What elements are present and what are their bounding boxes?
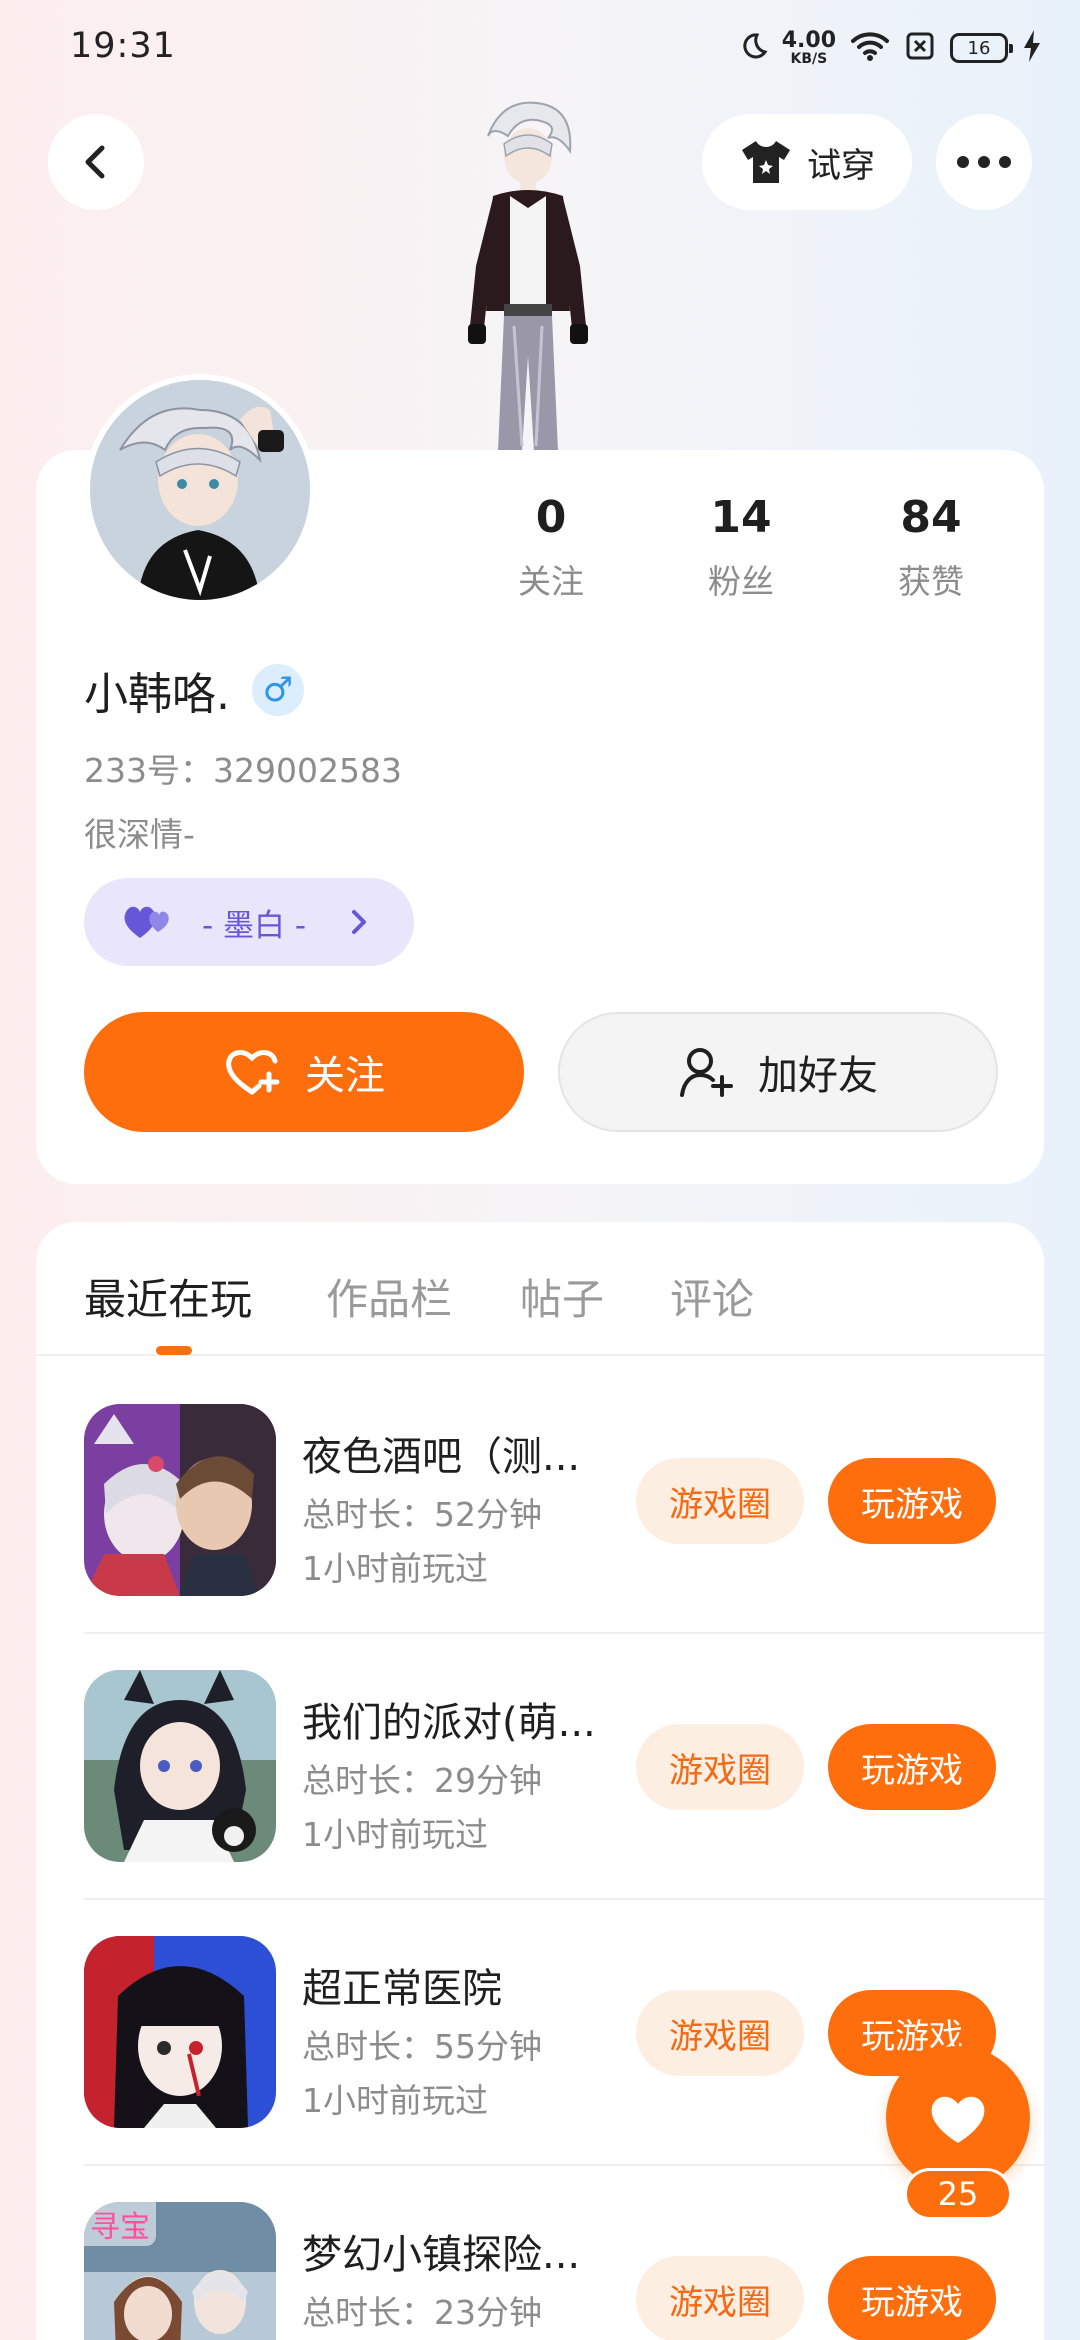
add-friend-button[interactable]: 加好友 [558, 1012, 998, 1132]
game-duration: 总时长：52分钟 [302, 1495, 542, 1534]
list-item[interactable]: 夜色酒吧（测... 总时长：52分钟 1小时前玩过 游戏圈 玩游戏 [84, 1404, 996, 1596]
tab-works[interactable]: 作品栏 [326, 1266, 452, 1327]
list-divider [84, 1632, 1044, 1634]
charging-icon [1022, 30, 1042, 66]
list-item[interactable]: 寻宝 梦幻小镇探险... 总时长：23分钟 游戏圈 玩游戏 [84, 2202, 996, 2340]
game-circle-button[interactable]: 游戏圈 [636, 2256, 804, 2340]
avatar-figure[interactable] [448, 96, 608, 451]
username: 小韩咯. [84, 669, 230, 720]
game-last-played: 1小时前玩过 [302, 1815, 488, 1854]
list-item[interactable]: 超正常医院 总时长：55分钟 1小时前玩过 游戏圈 玩游戏 [84, 1936, 996, 2128]
avatar[interactable] [84, 374, 316, 606]
game-thumbnail[interactable]: 寻宝 [84, 2202, 276, 2340]
game-thumbnail-image [84, 1404, 276, 1596]
game-circle-button[interactable]: 游戏圈 [636, 1990, 804, 2076]
status-icons: 4.00 KB/S 16 [738, 24, 1042, 72]
user-bio: 很深情- [84, 815, 195, 854]
stat-following[interactable]: 0 关注 [456, 492, 646, 603]
relationship-tag-label: - 墨白 - [202, 907, 307, 944]
stat-likes-value: 84 [900, 492, 962, 543]
add-user-icon [680, 1048, 733, 1097]
like-count-badge: 25 [904, 2168, 1012, 2220]
sim-off-icon [904, 30, 936, 66]
shirt-icon [742, 141, 790, 183]
game-duration: 总时长：23分钟 [302, 2293, 542, 2332]
try-on-label: 试穿 [807, 145, 875, 186]
game-circle-button[interactable]: 游戏圈 [636, 1724, 804, 1810]
wifi-icon [850, 30, 890, 66]
follow-label: 关注 [305, 1053, 385, 1099]
status-bar: 19:31 4.00 KB/S 16 [0, 0, 1080, 96]
more-dots-icon [957, 156, 1011, 168]
play-game-button[interactable]: 玩游戏 [828, 1724, 996, 1810]
tab-posts[interactable]: 帖子 [520, 1266, 604, 1327]
relationship-tag[interactable]: - 墨白 - [84, 878, 414, 966]
stat-likes-label: 获赞 [898, 561, 964, 601]
game-circle-button[interactable]: 游戏圈 [636, 1458, 804, 1544]
game-title: 夜色酒吧（测... [302, 1434, 581, 1480]
more-button[interactable] [936, 114, 1032, 210]
chevron-right-icon [352, 910, 366, 934]
network-speed: 4.00 KB/S [781, 28, 836, 67]
game-last-played: 1小时前玩过 [302, 1549, 488, 1588]
stat-followers-label: 粉丝 [708, 561, 774, 601]
game-thumbnail[interactable] [84, 1936, 276, 2128]
game-duration: 总时长：29分钟 [302, 1761, 542, 1800]
game-last-played: 1小时前玩过 [302, 2081, 488, 2120]
user-id: 233号：329002583 [84, 751, 402, 790]
back-arrow-icon [85, 145, 105, 179]
game-thumbnail-badge: 寻宝 [84, 2202, 156, 2246]
game-title: 梦幻小镇探险... [302, 2232, 581, 2278]
status-time: 19:31 [70, 26, 176, 66]
back-button[interactable] [48, 114, 144, 210]
profile-stats: 0 关注 14 粉丝 84 获赞 [456, 492, 1026, 603]
name-row: 小韩咯. ♂ [84, 658, 304, 722]
heart-plus-icon [226, 1050, 280, 1095]
battery-icon: 16 [950, 33, 1013, 63]
content-card: 最近在玩 作品栏 帖子 评论 夜色酒吧（测... 总时长：52分钟 1小时前玩过… [36, 1222, 1044, 2340]
profile-tabs: 最近在玩 作品栏 帖子 评论 [36, 1222, 1044, 1356]
heart-icon [931, 2096, 985, 2143]
avatar-image [90, 380, 310, 600]
stat-followers[interactable]: 14 粉丝 [646, 492, 836, 603]
play-game-button[interactable]: 玩游戏 [828, 1458, 996, 1544]
list-divider [84, 1898, 1044, 1900]
stat-likes[interactable]: 84 获赞 [836, 492, 1026, 603]
list-divider [84, 2164, 1044, 2166]
network-speed-unit: KB/S [790, 51, 828, 67]
stat-followers-value: 14 [710, 492, 772, 543]
stat-following-value: 0 [535, 492, 567, 543]
network-speed-value: 4.00 [781, 28, 836, 53]
play-game-button[interactable]: 玩游戏 [828, 2256, 996, 2340]
double-heart-icon [124, 906, 169, 938]
game-title: 超正常医院 [302, 1966, 502, 2012]
game-title: 我们的派对(萌... [302, 1700, 596, 1746]
game-thumbnail-image [84, 1936, 276, 2128]
game-thumbnail-image [84, 1670, 276, 1862]
battery-level: 16 [967, 37, 991, 59]
list-item[interactable]: 我们的派对(萌... 总时长：29分钟 1小时前玩过 游戏圈 玩游戏 [84, 1670, 996, 1862]
tab-comments[interactable]: 评论 [670, 1266, 754, 1327]
try-on-button[interactable]: 试穿 [702, 114, 912, 210]
game-thumbnail[interactable] [84, 1404, 276, 1596]
male-icon: ♂ [252, 664, 304, 716]
stat-following-label: 关注 [518, 561, 584, 601]
moon-icon [738, 31, 768, 65]
follow-button[interactable]: 关注 [84, 1012, 524, 1132]
game-thumbnail[interactable] [84, 1670, 276, 1862]
tab-active-indicator [156, 1346, 192, 1355]
game-duration: 总时长：55分钟 [302, 2027, 542, 2066]
add-friend-label: 加好友 [758, 1053, 878, 1099]
tab-recently-played[interactable]: 最近在玩 [84, 1266, 252, 1327]
